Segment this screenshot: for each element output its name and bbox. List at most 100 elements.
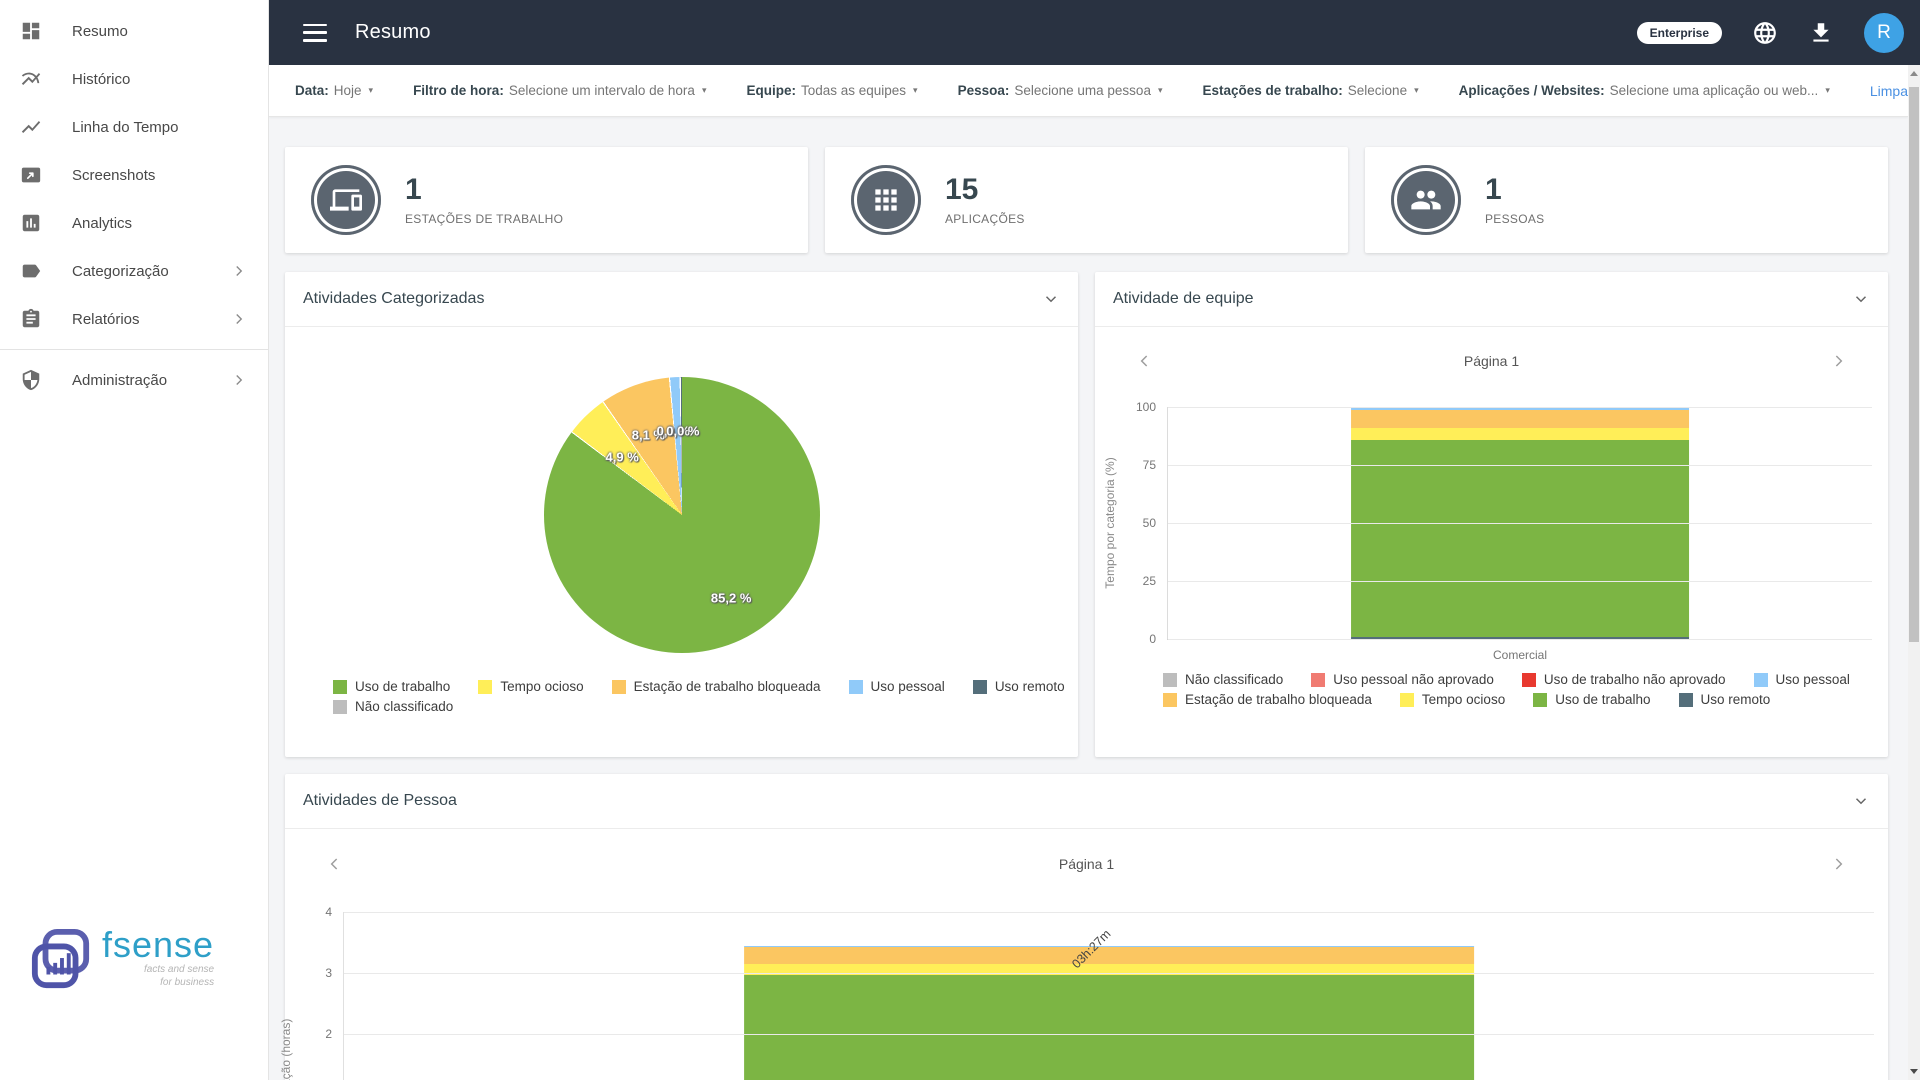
- stat-label: APLICAÇÕES: [945, 212, 1025, 226]
- legend-item-uso-remoto[interactable]: Uso remoto: [1679, 692, 1771, 707]
- workstations-icon: [311, 165, 381, 235]
- stat-cards-row: 1ESTAÇÕES DE TRABALHO 15 APLICAÇÕES 1 PESSOA…: [285, 147, 1888, 253]
- chevron-down-icon[interactable]: [1042, 290, 1060, 308]
- page-prev-icon[interactable]: [325, 854, 345, 874]
- legend-row: Uso de trabalho Tempo ocioso Estação de tr…: [333, 679, 1078, 694]
- hamburger-menu-icon[interactable]: [303, 24, 327, 42]
- download-icon[interactable]: [1808, 20, 1834, 46]
- filter-filtro-de-hora[interactable]: Filtro de hora:Selecione um intervalo de…: [413, 83, 706, 98]
- legend-item-tempo-ocioso[interactable]: Tempo ocioso: [1400, 692, 1505, 707]
- filter-label: Equipe:: [746, 83, 796, 98]
- dropdown-caret-icon: ▾: [1825, 85, 1830, 96]
- scroll-down-arrow-icon[interactable]: [1910, 1069, 1918, 1074]
- screenshot-icon: [20, 164, 42, 186]
- dropdown-caret-icon: ▾: [369, 85, 374, 96]
- dashboard-icon: [20, 20, 42, 42]
- legend-item-uso-pessoal[interactable]: Uso pessoal: [1754, 672, 1850, 687]
- chevron-down-icon[interactable]: [1852, 290, 1870, 308]
- legend-swatch: [1163, 673, 1177, 687]
- legend-item-estacao-de-trabalho-bloqueada[interactable]: Estação de trabalho bloqueada: [612, 679, 821, 694]
- legend-item-uso-pessoal[interactable]: Uso pessoal: [849, 679, 945, 694]
- y-tick-label: 2: [325, 1027, 332, 1041]
- analytics-icon: [20, 212, 42, 234]
- stat-value: 1: [1485, 175, 1544, 205]
- sidebar-item-label: Histórico: [72, 71, 130, 88]
- legend-item-uso-remoto[interactable]: Uso remoto: [973, 679, 1065, 694]
- bar-segment-uso-de-trabalho: [1351, 440, 1689, 638]
- panel-team-activity: Atividade de equipe Página 1 Tempo por c…: [1095, 272, 1888, 757]
- legend-item-nao-classificado[interactable]: Não classificado: [333, 699, 453, 714]
- dropdown-caret-icon: ▾: [913, 85, 918, 96]
- sidebar-item-label: Analytics: [72, 215, 132, 232]
- stat-label: PESSOAS: [1485, 212, 1544, 226]
- people-icon: [1391, 165, 1461, 235]
- stat-value: 15: [945, 175, 1025, 205]
- sidebar-item-categorizacao[interactable]: Categorização: [0, 247, 268, 295]
- legend-item-nao-classificado[interactable]: Não classificado: [1163, 672, 1283, 687]
- panel-title: Atividade de equipe: [1113, 290, 1254, 308]
- filter-data[interactable]: Data:Hoje▾: [295, 83, 373, 98]
- legend-swatch: [849, 680, 863, 694]
- legend-label: Estação de trabalho bloqueada: [1185, 692, 1372, 707]
- legend-item-estacao-de-trabalho-bloqueada[interactable]: Estação de trabalho bloqueada: [1163, 692, 1372, 707]
- main-content: 1ESTAÇÕES DE TRABALHO 15 APLICAÇÕES 1 PESSOA…: [269, 117, 1908, 1080]
- legend-swatch: [1533, 693, 1547, 707]
- scrollbar-thumb[interactable]: [1909, 87, 1919, 642]
- legend-item-uso-de-trabalho[interactable]: Uso de trabalho: [333, 679, 450, 694]
- sidebar-item-linha-do-tempo[interactable]: Linha do Tempo: [0, 103, 268, 151]
- timeline-icon: [20, 116, 42, 138]
- language-globe-icon[interactable]: [1752, 20, 1778, 46]
- topbar: Resumo Enterprise R: [269, 0, 1920, 65]
- filter-label: Filtro de hora:: [413, 83, 504, 98]
- legend-label: Uso pessoal: [871, 679, 945, 694]
- legend-row: Não classificado: [333, 699, 1078, 714]
- filter-aplicacoes-websites[interactable]: Aplicações / Websites:Selecione uma apli…: [1459, 83, 1830, 98]
- sidebar-item-label: Relatórios: [72, 311, 140, 328]
- sidebar-item-relatorios[interactable]: Relatórios: [0, 295, 268, 343]
- legend-label: Uso remoto: [1701, 692, 1771, 707]
- bar-segment-estacao-de-trabalho-bloqueada: [1351, 410, 1689, 429]
- sidebar-item-label: Administração: [72, 372, 167, 389]
- chevron-down-icon[interactable]: [1852, 792, 1870, 810]
- legend-label: Não classificado: [355, 699, 453, 714]
- filter-value: Todas as equipes: [801, 83, 906, 98]
- legend-row: Não classificado Uso pessoal não aprovado…: [1163, 672, 1888, 687]
- y-tick-label: 50: [1143, 516, 1156, 530]
- y-tick-label: 4: [325, 905, 332, 919]
- gridline: [1168, 465, 1872, 466]
- legend-swatch: [333, 680, 347, 694]
- page-next-icon[interactable]: [1828, 854, 1848, 874]
- filter-equipe[interactable]: Equipe: Todas as equipes ▾: [746, 83, 917, 98]
- legend-label: Tempo ocioso: [1422, 692, 1505, 707]
- sidebar-item-screenshots[interactable]: Screenshots: [0, 151, 268, 199]
- legend-label: Uso pessoal não aprovado: [1333, 672, 1494, 687]
- y-tick-label: 25: [1143, 574, 1156, 588]
- user-avatar[interactable]: R: [1864, 13, 1904, 53]
- filter-estacoes-de-trabalho[interactable]: Estações de trabalho:Selecione▾: [1202, 83, 1418, 98]
- legend-label: Não classificado: [1185, 672, 1283, 687]
- filter-value: Selecione: [1348, 83, 1407, 98]
- legend-item-tempo-ocioso[interactable]: Tempo ocioso: [478, 679, 583, 694]
- legend-label: Uso de trabalho: [1555, 692, 1650, 707]
- stat-card-estacoes-de-trabalho: 1ESTAÇÕES DE TRABALHO: [285, 147, 808, 253]
- page-next-icon[interactable]: [1828, 351, 1848, 371]
- sidebar-item-analytics[interactable]: Analytics: [0, 199, 268, 247]
- page-prev-icon[interactable]: [1135, 351, 1155, 371]
- legend-item-uso-pessoal-nao-aprovado[interactable]: Uso pessoal não aprovado: [1311, 672, 1494, 687]
- legend-swatch: [1679, 693, 1693, 707]
- bar-segment-uso-de-trabalho: [744, 975, 1474, 1080]
- sidebar-item-historico[interactable]: Histórico: [0, 55, 268, 103]
- dropdown-caret-icon: ▾: [1414, 85, 1419, 96]
- legend-swatch: [478, 680, 492, 694]
- sidebar-item-resumo[interactable]: Resumo: [0, 7, 268, 55]
- gridline: [1168, 581, 1872, 582]
- scroll-up-arrow-icon[interactable]: [1910, 71, 1918, 76]
- legend-item-uso-de-trabalho-nao-aprovado[interactable]: Uso de trabalho não aprovado: [1522, 672, 1726, 687]
- plan-badge: Enterprise: [1637, 22, 1722, 44]
- filter-pessoa[interactable]: Pessoa:Selecione uma pessoa▾: [958, 83, 1163, 98]
- filter-value: Hoje: [334, 83, 362, 98]
- legend-item-uso-de-trabalho[interactable]: Uso de trabalho: [1533, 692, 1650, 707]
- sidebar-item-administracao[interactable]: Administração: [0, 356, 268, 404]
- legend-swatch: [333, 700, 347, 714]
- vertical-scrollbar[interactable]: [1908, 65, 1920, 1080]
